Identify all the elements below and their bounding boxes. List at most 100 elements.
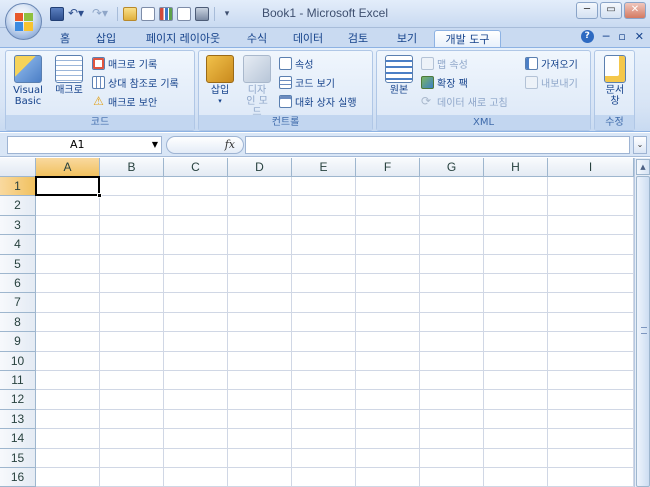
tab-data[interactable]: 데이터 bbox=[285, 30, 331, 48]
cell-g14[interactable] bbox=[420, 429, 484, 449]
macro-button[interactable]: 매크로 bbox=[50, 55, 88, 96]
map-properties-button[interactable]: 맵 속성 bbox=[421, 55, 468, 71]
cell-c15[interactable] bbox=[164, 448, 228, 468]
expansion-packs-button[interactable]: 확장 팩 bbox=[421, 74, 468, 90]
cell-i2[interactable] bbox=[548, 196, 634, 216]
cell-e6[interactable] bbox=[292, 274, 356, 294]
cell-f4[interactable] bbox=[356, 235, 420, 255]
cell-d9[interactable] bbox=[228, 332, 292, 352]
column-header-g[interactable]: G bbox=[420, 158, 484, 177]
cell-a2[interactable] bbox=[36, 196, 100, 216]
cell-g12[interactable] bbox=[420, 390, 484, 410]
workbook-restore-button[interactable]: ▫ bbox=[618, 30, 625, 43]
column-header-h[interactable]: H bbox=[484, 158, 548, 177]
cell-e12[interactable] bbox=[292, 390, 356, 410]
cell-e1[interactable] bbox=[292, 177, 356, 197]
worksheet-grid[interactable]: A B C D E F G H I 1 2 3 4 5 6 7 8 9 10 11 12 13 14 15 16 bbox=[0, 158, 634, 487]
cell-a3[interactable] bbox=[36, 215, 100, 236]
column-header-e[interactable]: E bbox=[292, 158, 356, 177]
select-all-button[interactable] bbox=[0, 158, 36, 177]
visual-basic-button[interactable]: Visual Basic bbox=[10, 55, 46, 107]
cell-e3[interactable] bbox=[292, 215, 356, 236]
cell-d11[interactable] bbox=[228, 371, 292, 391]
cell-i7[interactable] bbox=[548, 293, 634, 313]
run-dialog-button[interactable]: 대화 상자 실행 bbox=[279, 93, 357, 109]
cell-b15[interactable] bbox=[100, 448, 164, 468]
cell-i3[interactable] bbox=[548, 215, 634, 236]
cell-f2[interactable] bbox=[356, 196, 420, 216]
cell-b8[interactable] bbox=[100, 312, 164, 333]
cell-f14[interactable] bbox=[356, 429, 420, 449]
cell-h10[interactable] bbox=[484, 351, 548, 371]
cell-b14[interactable] bbox=[100, 429, 164, 449]
cell-g16[interactable] bbox=[420, 468, 484, 487]
cell-d12[interactable] bbox=[228, 390, 292, 410]
cell-c9[interactable] bbox=[164, 332, 228, 352]
cell-e5[interactable] bbox=[292, 254, 356, 274]
cell-d7[interactable] bbox=[228, 293, 292, 313]
formula-input[interactable] bbox=[245, 136, 630, 154]
row-header-13[interactable]: 13 bbox=[0, 409, 36, 430]
row-header-10[interactable]: 10 bbox=[0, 351, 36, 371]
cell-c8[interactable] bbox=[164, 312, 228, 333]
cell-c13[interactable] bbox=[164, 409, 228, 430]
row-header-2[interactable]: 2 bbox=[0, 196, 36, 216]
cell-c10[interactable] bbox=[164, 351, 228, 371]
column-header-d[interactable]: D bbox=[228, 158, 292, 177]
properties-button[interactable]: 속성 bbox=[279, 55, 313, 71]
cell-e2[interactable] bbox=[292, 196, 356, 216]
row-header-11[interactable]: 11 bbox=[0, 371, 36, 391]
cell-b13[interactable] bbox=[100, 409, 164, 430]
cell-d10[interactable] bbox=[228, 351, 292, 371]
row-header-15[interactable]: 15 bbox=[0, 448, 36, 468]
cell-c1[interactable] bbox=[164, 177, 228, 197]
cell-a15[interactable] bbox=[36, 448, 100, 468]
cell-g10[interactable] bbox=[420, 351, 484, 371]
cell-e8[interactable] bbox=[292, 312, 356, 333]
cell-a12[interactable] bbox=[36, 390, 100, 410]
cell-d14[interactable] bbox=[228, 429, 292, 449]
column-header-c[interactable]: C bbox=[164, 158, 228, 177]
tab-developer[interactable]: 개발 도구 bbox=[434, 30, 501, 48]
cell-f3[interactable] bbox=[356, 215, 420, 236]
cell-f5[interactable] bbox=[356, 254, 420, 274]
cell-c3[interactable] bbox=[164, 215, 228, 236]
cell-h2[interactable] bbox=[484, 196, 548, 216]
cell-g11[interactable] bbox=[420, 371, 484, 391]
cell-g9[interactable] bbox=[420, 332, 484, 352]
cell-h5[interactable] bbox=[484, 254, 548, 274]
cell-i15[interactable] bbox=[548, 448, 634, 468]
cell-h13[interactable] bbox=[484, 409, 548, 430]
cell-b16[interactable] bbox=[100, 468, 164, 487]
cell-i13[interactable] bbox=[548, 409, 634, 430]
cell-i11[interactable] bbox=[548, 371, 634, 391]
cell-f13[interactable] bbox=[356, 409, 420, 430]
column-header-a[interactable]: A bbox=[36, 158, 100, 177]
cell-i9[interactable] bbox=[548, 332, 634, 352]
restore-button[interactable]: ▭ bbox=[600, 2, 622, 19]
cell-a9[interactable] bbox=[36, 332, 100, 352]
cell-h9[interactable] bbox=[484, 332, 548, 352]
cell-h16[interactable] bbox=[484, 468, 548, 487]
cell-i8[interactable] bbox=[548, 312, 634, 333]
cell-e9[interactable] bbox=[292, 332, 356, 352]
cell-a16[interactable] bbox=[36, 468, 100, 487]
close-button[interactable]: ✕ bbox=[624, 2, 646, 19]
row-header-7[interactable]: 7 bbox=[0, 293, 36, 313]
cell-g7[interactable] bbox=[420, 293, 484, 313]
scroll-up-icon[interactable]: ▲ bbox=[636, 159, 650, 175]
cell-d13[interactable] bbox=[228, 409, 292, 430]
view-code-button[interactable]: 코드 보기 bbox=[279, 74, 335, 90]
cell-h1[interactable] bbox=[484, 177, 548, 197]
cell-g4[interactable] bbox=[420, 235, 484, 255]
cell-d6[interactable] bbox=[228, 274, 292, 294]
name-box[interactable]: A1 ▼ bbox=[7, 136, 162, 154]
cell-h15[interactable] bbox=[484, 448, 548, 468]
cell-i5[interactable] bbox=[548, 254, 634, 274]
cell-e4[interactable] bbox=[292, 235, 356, 255]
cell-h7[interactable] bbox=[484, 293, 548, 313]
cell-f6[interactable] bbox=[356, 274, 420, 294]
cell-g6[interactable] bbox=[420, 274, 484, 294]
fill-handle[interactable] bbox=[97, 193, 102, 199]
cell-f8[interactable] bbox=[356, 312, 420, 333]
